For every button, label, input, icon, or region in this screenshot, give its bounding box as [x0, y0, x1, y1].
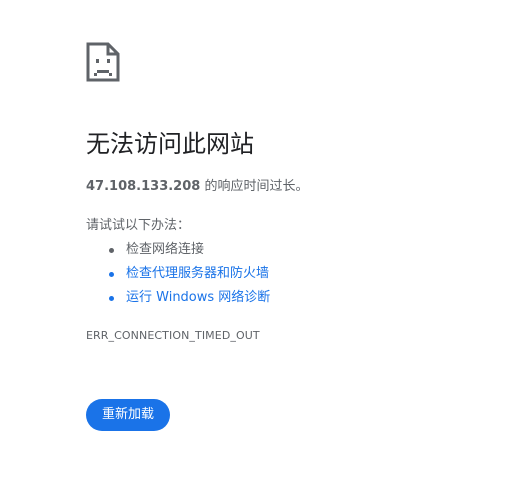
summary-message: 的响应时间过长。 — [200, 179, 309, 194]
suggestion-check-proxy-firewall-link[interactable]: 检查代理服务器和防火墙 — [86, 262, 270, 286]
error-page: 无法访问此网站 47.108.133.208 的响应时间过长。 请试试以下办法：… — [0, 0, 527, 483]
sad-page-icon — [86, 42, 120, 82]
page-title: 无法访问此网站 — [86, 130, 254, 158]
error-summary: 47.108.133.208 的响应时间过长。 — [86, 177, 308, 197]
suggestion-run-network-diagnostics-link[interactable]: 运行 Windows 网络诊断 — [86, 286, 270, 310]
suggestions-heading: 请试试以下办法： — [86, 218, 191, 233]
suggestions-list: 检查网络连接 检查代理服务器和防火墙 运行 Windows 网络诊断 — [86, 238, 270, 310]
suggestion-check-network: 检查网络连接 — [86, 238, 270, 262]
host-address: 47.108.133.208 — [86, 179, 201, 194]
error-code: ERR_CONNECTION_TIMED_OUT — [86, 329, 260, 342]
reload-button[interactable]: 重新加载 — [86, 399, 171, 431]
